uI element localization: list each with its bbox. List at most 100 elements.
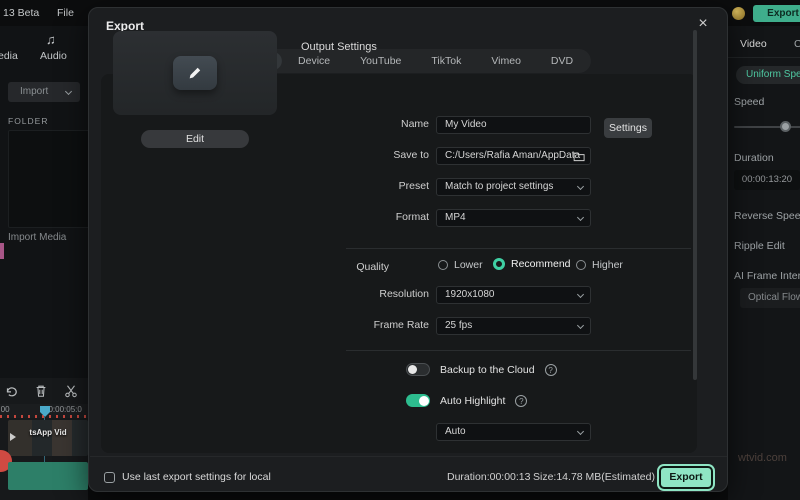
auto-highlight-toggle[interactable] bbox=[406, 394, 430, 407]
auto-highlight-row: Auto Highlight ? bbox=[406, 394, 527, 407]
format-value: MP4 bbox=[445, 212, 466, 223]
auto-highlight-mode-select[interactable]: Auto bbox=[436, 423, 591, 441]
tab-vimeo[interactable]: Vimeo bbox=[477, 52, 535, 70]
video-thumbnail-placeholder[interactable] bbox=[113, 31, 277, 115]
settings-button[interactable]: Settings bbox=[604, 118, 652, 138]
app-export-button[interactable]: Export bbox=[753, 5, 800, 22]
export-destination-tabs: Local Device YouTube TikTok Vimeo DVD bbox=[225, 49, 591, 73]
preset-label: Preset bbox=[339, 180, 429, 192]
save-to-label: Save to bbox=[339, 149, 429, 161]
trash-icon[interactable] bbox=[34, 384, 48, 398]
radio-icon bbox=[576, 260, 586, 270]
export-button[interactable]: Export bbox=[659, 466, 713, 489]
tab-tiktok[interactable]: TikTok bbox=[417, 52, 475, 70]
media-panel: edia ♫ Audio Import FOLDER Import Media bbox=[0, 26, 88, 378]
properties-header: Video C bbox=[728, 26, 800, 58]
radio-selected-icon bbox=[493, 258, 505, 270]
speed-slider-knob[interactable] bbox=[780, 121, 791, 132]
edit-button[interactable]: Edit bbox=[141, 130, 249, 148]
preset-value: Match to project settings bbox=[445, 181, 553, 192]
tab-media[interactable]: edia bbox=[0, 50, 18, 62]
import-button[interactable]: Import bbox=[8, 82, 80, 102]
save-to-input[interactable]: C:/Users/Rafia Aman/AppData bbox=[436, 147, 591, 165]
tab-video[interactable]: Video bbox=[740, 38, 767, 50]
audio-note-icon: ♫ bbox=[46, 32, 56, 47]
radio-label-higher: Higher bbox=[592, 259, 623, 271]
chevron-down-icon bbox=[577, 214, 584, 221]
radio-icon bbox=[438, 260, 448, 270]
ruler-time-start: 0:00 bbox=[0, 405, 10, 414]
tab-device[interactable]: Device bbox=[284, 52, 344, 70]
thumbnail-edit-square[interactable] bbox=[173, 56, 217, 90]
name-input[interactable]: My Video bbox=[436, 116, 591, 134]
video-clip[interactable]: tsApp Vid bbox=[8, 420, 88, 456]
quality-radio-higher[interactable]: Higher bbox=[576, 259, 623, 271]
help-icon[interactable]: ? bbox=[545, 364, 557, 376]
output-settings-title: Output Settings bbox=[301, 41, 377, 53]
uniform-speed-button[interactable]: Uniform Speed bbox=[736, 66, 800, 84]
tab-audio[interactable]: Audio bbox=[40, 50, 67, 62]
divider bbox=[90, 456, 727, 457]
divider bbox=[346, 350, 691, 351]
duration-label: Duration bbox=[734, 152, 774, 164]
export-dialog: Export × Local Device YouTube TikTok Vim… bbox=[88, 7, 728, 492]
folder-section-label: FOLDER bbox=[8, 116, 48, 126]
pencil-icon bbox=[187, 65, 203, 81]
properties-panel: Video C Uniform Speed Speed Duration 00:… bbox=[728, 26, 800, 500]
scissors-icon[interactable] bbox=[64, 384, 78, 398]
quality-radio-lower[interactable]: Lower bbox=[438, 259, 483, 271]
tab-second[interactable]: C bbox=[794, 38, 800, 50]
undo-icon[interactable] bbox=[4, 384, 18, 398]
use-last-settings-checkbox[interactable] bbox=[104, 472, 115, 483]
format-label: Format bbox=[339, 211, 429, 223]
name-label: Name bbox=[339, 118, 429, 130]
chevron-down-icon bbox=[577, 183, 584, 190]
import-media-link[interactable]: Import Media bbox=[8, 232, 66, 243]
radio-label-recommend: Recommend bbox=[511, 258, 571, 270]
resolution-label: Resolution bbox=[339, 288, 429, 300]
backup-cloud-label: Backup to the Cloud bbox=[440, 364, 535, 376]
preset-select[interactable]: Match to project settings bbox=[436, 178, 591, 196]
divider bbox=[346, 248, 691, 249]
use-last-settings-label: Use last export settings for local bbox=[122, 471, 271, 483]
save-to-value: C:/Users/Rafia Aman/AppData bbox=[445, 150, 580, 161]
radio-label-lower: Lower bbox=[454, 259, 483, 271]
clip-color-label bbox=[0, 243, 4, 259]
chevron-down-icon bbox=[577, 428, 584, 435]
account-avatar-icon[interactable] bbox=[732, 7, 745, 20]
backup-cloud-toggle[interactable] bbox=[406, 363, 430, 376]
tab-youtube[interactable]: YouTube bbox=[346, 52, 415, 70]
optical-flow-select[interactable]: Optical Flow bbox=[740, 288, 800, 308]
chevron-down-icon bbox=[577, 291, 584, 298]
ai-frame-interpolation-label: AI Frame Interpo bbox=[734, 270, 800, 282]
menu-file[interactable]: File bbox=[57, 7, 74, 19]
chevron-down-icon bbox=[65, 88, 72, 95]
timeline-panel: 0:00 00:00:05:0 tsApp Vid bbox=[0, 378, 88, 500]
format-select[interactable]: MP4 bbox=[436, 209, 591, 227]
import-button-label: Import bbox=[20, 86, 48, 97]
backup-cloud-row: Backup to the Cloud ? bbox=[406, 363, 557, 376]
dialog-scrollbar[interactable] bbox=[693, 30, 697, 380]
duration-value[interactable]: 00:00:13:20 bbox=[734, 170, 800, 190]
resolution-value: 1920x1080 bbox=[445, 289, 495, 300]
auto-value: Auto bbox=[445, 426, 466, 437]
clip-caption: tsApp Vid bbox=[8, 428, 88, 437]
speed-label: Speed bbox=[734, 96, 764, 108]
reverse-speed-label: Reverse Speed bbox=[734, 210, 800, 222]
watermark-text: wtvid.com bbox=[738, 452, 787, 464]
help-icon[interactable]: ? bbox=[515, 395, 527, 407]
chevron-down-icon bbox=[577, 322, 584, 329]
folder-tree-area[interactable] bbox=[8, 130, 92, 228]
ripple-edit-label: Ripple Edit bbox=[734, 240, 785, 252]
resolution-select[interactable]: 1920x1080 bbox=[436, 286, 591, 304]
frame-rate-select[interactable]: 25 fps bbox=[436, 317, 591, 335]
frame-rate-value: 25 fps bbox=[445, 320, 472, 331]
quality-radio-recommend[interactable]: Recommend bbox=[493, 258, 571, 270]
folder-icon[interactable] bbox=[573, 151, 585, 162]
audio-track-clip[interactable] bbox=[8, 462, 88, 490]
frame-rate-label: Frame Rate bbox=[339, 319, 429, 331]
app-version: 13 Beta bbox=[3, 7, 39, 19]
quality-label: Quality bbox=[299, 261, 389, 273]
auto-highlight-label: Auto Highlight bbox=[440, 395, 505, 407]
tab-dvd[interactable]: DVD bbox=[537, 52, 587, 70]
